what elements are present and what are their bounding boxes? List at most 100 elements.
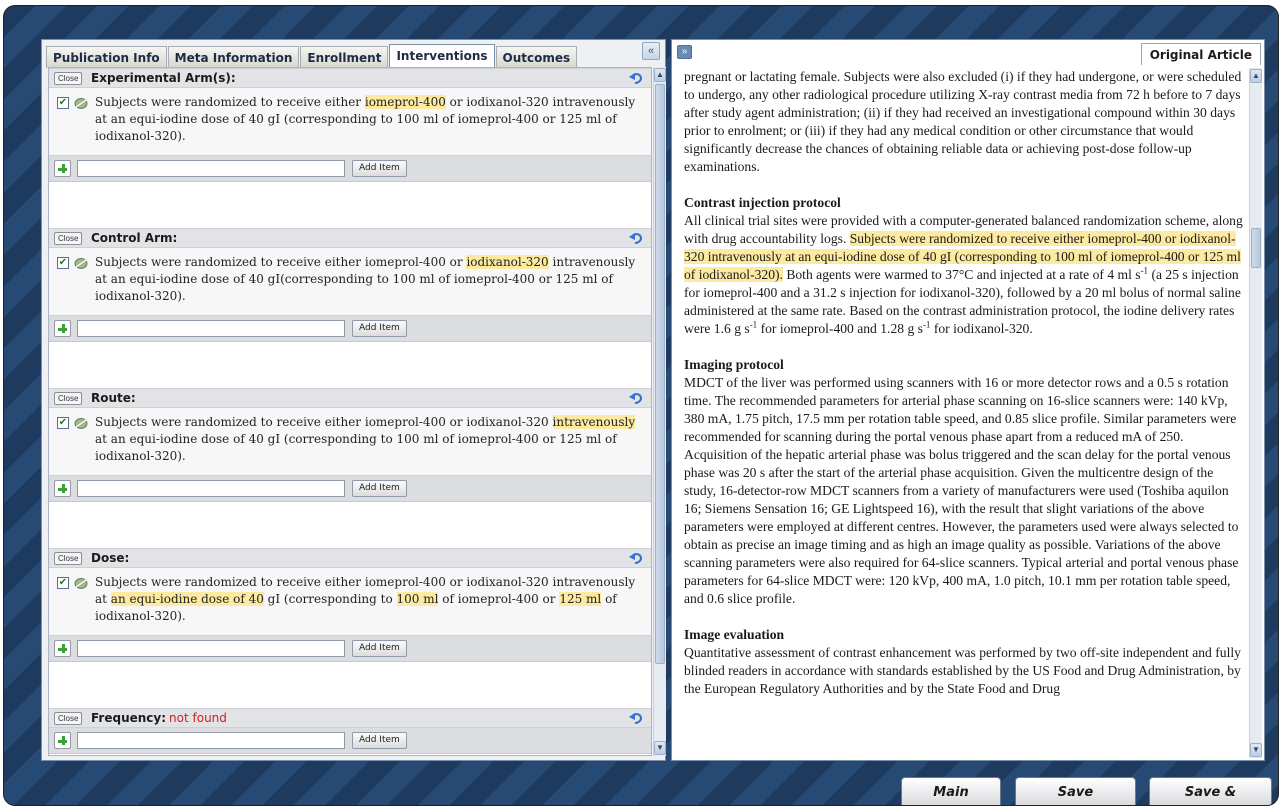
article-text: pregnant or lactating female. Subjects w… [684, 68, 1246, 758]
extracted-sentence-row: ✔ Subjects were randomized to receive eit… [49, 88, 651, 156]
section-experimental-arm-s: Close Experimental Arm(s): ✔ Subjects were … [49, 68, 651, 182]
sentence-text: Subjects were randomized to receive eith… [95, 255, 467, 269]
close-section-button[interactable]: Close [54, 392, 83, 405]
main-menu-button[interactable]: Main Menu [901, 777, 1001, 805]
section-title: Experimental Arm(s): [91, 71, 236, 85]
scroll-down-icon[interactable]: ▼ [654, 741, 666, 755]
save-changes-button[interactable]: Save Changes [1015, 777, 1136, 805]
highlighted-term: an equi-iodine dose of 40 [110, 592, 264, 606]
article-pane: » Original Article pregnant or lactating… [671, 39, 1265, 761]
sentence-text: Subjects were randomized to receive eith… [95, 415, 553, 429]
sentence-checkbox[interactable]: ✔ [57, 417, 69, 429]
plus-icon[interactable] [54, 640, 71, 657]
section-dose: Close Dose: ✔ Subjects were randomized to r… [49, 548, 651, 662]
tab-bar: Publication Info Meta Information Enroll… [46, 44, 578, 68]
extracted-sentence-row: ✔ Subjects were randomized to receive eit… [49, 408, 651, 476]
add-item-row: Add Item [49, 156, 651, 182]
section-title: Control Arm: [91, 231, 178, 245]
undo-icon[interactable] [629, 72, 643, 85]
leaf-icon[interactable] [74, 577, 88, 590]
add-item-input[interactable] [77, 320, 345, 337]
plus-icon[interactable] [54, 732, 71, 749]
highlighted-term: iomeprol-400 [364, 95, 446, 109]
tab-publication-info[interactable]: Publication Info [46, 46, 167, 68]
section-header: Close Frequency: not found [49, 708, 651, 728]
app-frame: Publication Info Meta Information Enroll… [3, 5, 1279, 806]
sentence-text: Subjects were randomized to receive eith… [95, 95, 365, 109]
sentence-checkbox[interactable]: ✔ [57, 577, 69, 589]
undo-icon[interactable] [629, 712, 643, 725]
section-title: Dose: [91, 551, 130, 565]
form-scrollbar[interactable]: ▲ ▼ [653, 67, 666, 756]
tab-original-article[interactable]: Original Article [1140, 43, 1261, 65]
scroll-up-icon[interactable]: ▲ [654, 68, 666, 82]
section-header: Close Control Arm: [49, 228, 651, 248]
extracted-sentence-row: ✔ Subjects were randomized to receive eit… [49, 248, 651, 316]
heading-imaging-protocol: Imaging protocol [684, 357, 784, 372]
add-item-row: Add Item [49, 316, 651, 342]
sentence-text: gI (corresponding to [263, 592, 397, 606]
add-item-button[interactable]: Add Item [352, 320, 407, 337]
section-route: Close Route: ✔ Subjects were randomized to … [49, 388, 651, 502]
sentence-checkbox[interactable]: ✔ [57, 97, 69, 109]
add-item-button[interactable]: Add Item [352, 732, 407, 749]
not-found-status: not found [169, 711, 227, 725]
close-section-button[interactable]: Close [54, 232, 83, 245]
add-item-row: Add Item [49, 636, 651, 662]
add-item-input[interactable] [77, 640, 345, 657]
add-item-button[interactable]: Add Item [352, 640, 407, 657]
section-header: Close Experimental Arm(s): [49, 68, 651, 88]
tab-outcomes[interactable]: Outcomes [495, 46, 578, 68]
sentence-text: of iomeprol-400 or [438, 592, 560, 606]
save-submit-button[interactable]: Save & Submit [1149, 777, 1272, 805]
plus-icon[interactable] [54, 480, 71, 497]
section-title: Route: [91, 391, 136, 405]
add-item-row: Add Item [49, 476, 651, 502]
add-item-input[interactable] [77, 732, 345, 749]
section-header: Close Route: [49, 388, 651, 408]
highlighted-term: intravenously [552, 415, 636, 429]
section-header: Close Dose: [49, 548, 651, 568]
add-item-button[interactable]: Add Item [352, 480, 407, 497]
scroll-down-icon[interactable]: ▼ [1250, 743, 1262, 757]
section-control-arm: Close Control Arm: ✔ Subjects were randomiz… [49, 228, 651, 342]
tab-interventions[interactable]: Interventions [389, 44, 495, 68]
plus-icon[interactable] [54, 320, 71, 337]
add-item-button[interactable]: Add Item [352, 160, 407, 177]
undo-icon[interactable] [629, 552, 643, 565]
close-section-button[interactable]: Close [54, 72, 83, 85]
collapse-pane-icon[interactable]: « [642, 42, 660, 60]
close-section-button[interactable]: Close [54, 552, 83, 565]
leaf-icon[interactable] [74, 417, 88, 430]
extracted-sentence: Subjects were randomized to receive eith… [95, 574, 640, 625]
leaf-icon[interactable] [74, 257, 88, 270]
article-paragraph: pregnant or lactating female. Subjects w… [684, 69, 1242, 174]
plus-icon[interactable] [54, 160, 71, 177]
highlighted-term: iodixanol-320 [466, 255, 549, 269]
expand-pane-icon[interactable]: » [677, 45, 692, 59]
heading-image-evaluation: Image evaluation [684, 627, 785, 642]
add-item-input[interactable] [77, 160, 345, 177]
add-item-row: Add Item [49, 728, 651, 754]
highlighted-term: 100 ml [396, 592, 439, 606]
extracted-sentence: Subjects were randomized to receive eith… [95, 414, 640, 465]
scroll-thumb[interactable] [1251, 228, 1261, 268]
article-scrollbar[interactable]: ▲ ▼ [1249, 68, 1262, 758]
close-section-button[interactable]: Close [54, 712, 83, 725]
add-item-input[interactable] [77, 480, 345, 497]
highlighted-term: 125 ml [559, 592, 602, 606]
sentence-checkbox[interactable]: ✔ [57, 257, 69, 269]
sentence-text: at an equi-iodine dose of 40 gI (corresp… [95, 432, 617, 463]
heading-contrast-injection: Contrast injection protocol [684, 195, 841, 210]
section-title: Frequency: not found [91, 711, 227, 725]
article-paragraph: MDCT of the liver was performed using sc… [684, 375, 1239, 606]
undo-icon[interactable] [629, 232, 643, 245]
undo-icon[interactable] [629, 392, 643, 405]
tab-enrollment[interactable]: Enrollment [300, 46, 389, 68]
tab-meta-information[interactable]: Meta Information [167, 46, 300, 68]
scroll-up-icon[interactable]: ▲ [1250, 69, 1262, 83]
extracted-sentence: Subjects were randomized to receive eith… [95, 94, 640, 145]
leaf-icon[interactable] [74, 97, 88, 110]
scroll-thumb[interactable] [655, 84, 665, 664]
interventions-form: Close Experimental Arm(s): ✔ Subjects were … [48, 67, 652, 756]
